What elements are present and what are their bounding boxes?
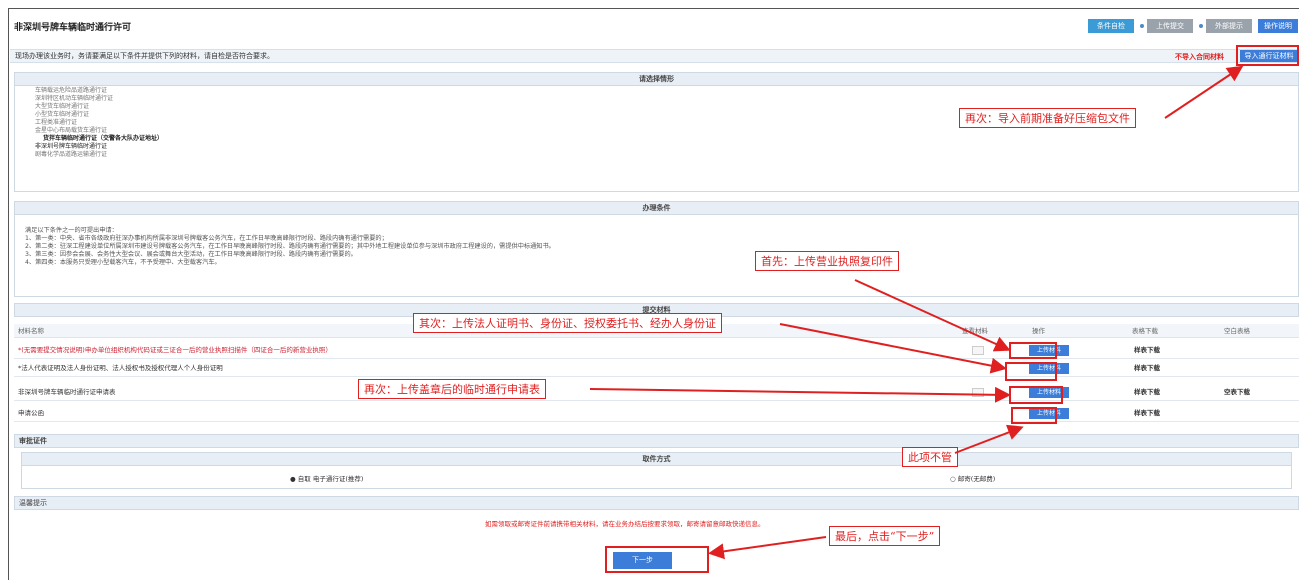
- arrow-to-upload-2: [779, 323, 1007, 374]
- annotation-arrows: [589, 65, 1244, 560]
- arrow-to-import: [1164, 65, 1244, 119]
- arrow-to-upload-4: [954, 424, 1024, 454]
- arrow-to-next: [708, 536, 827, 560]
- arrow-to-upload-3: [589, 386, 1011, 403]
- arrow-to-upload-1: [854, 279, 1011, 352]
